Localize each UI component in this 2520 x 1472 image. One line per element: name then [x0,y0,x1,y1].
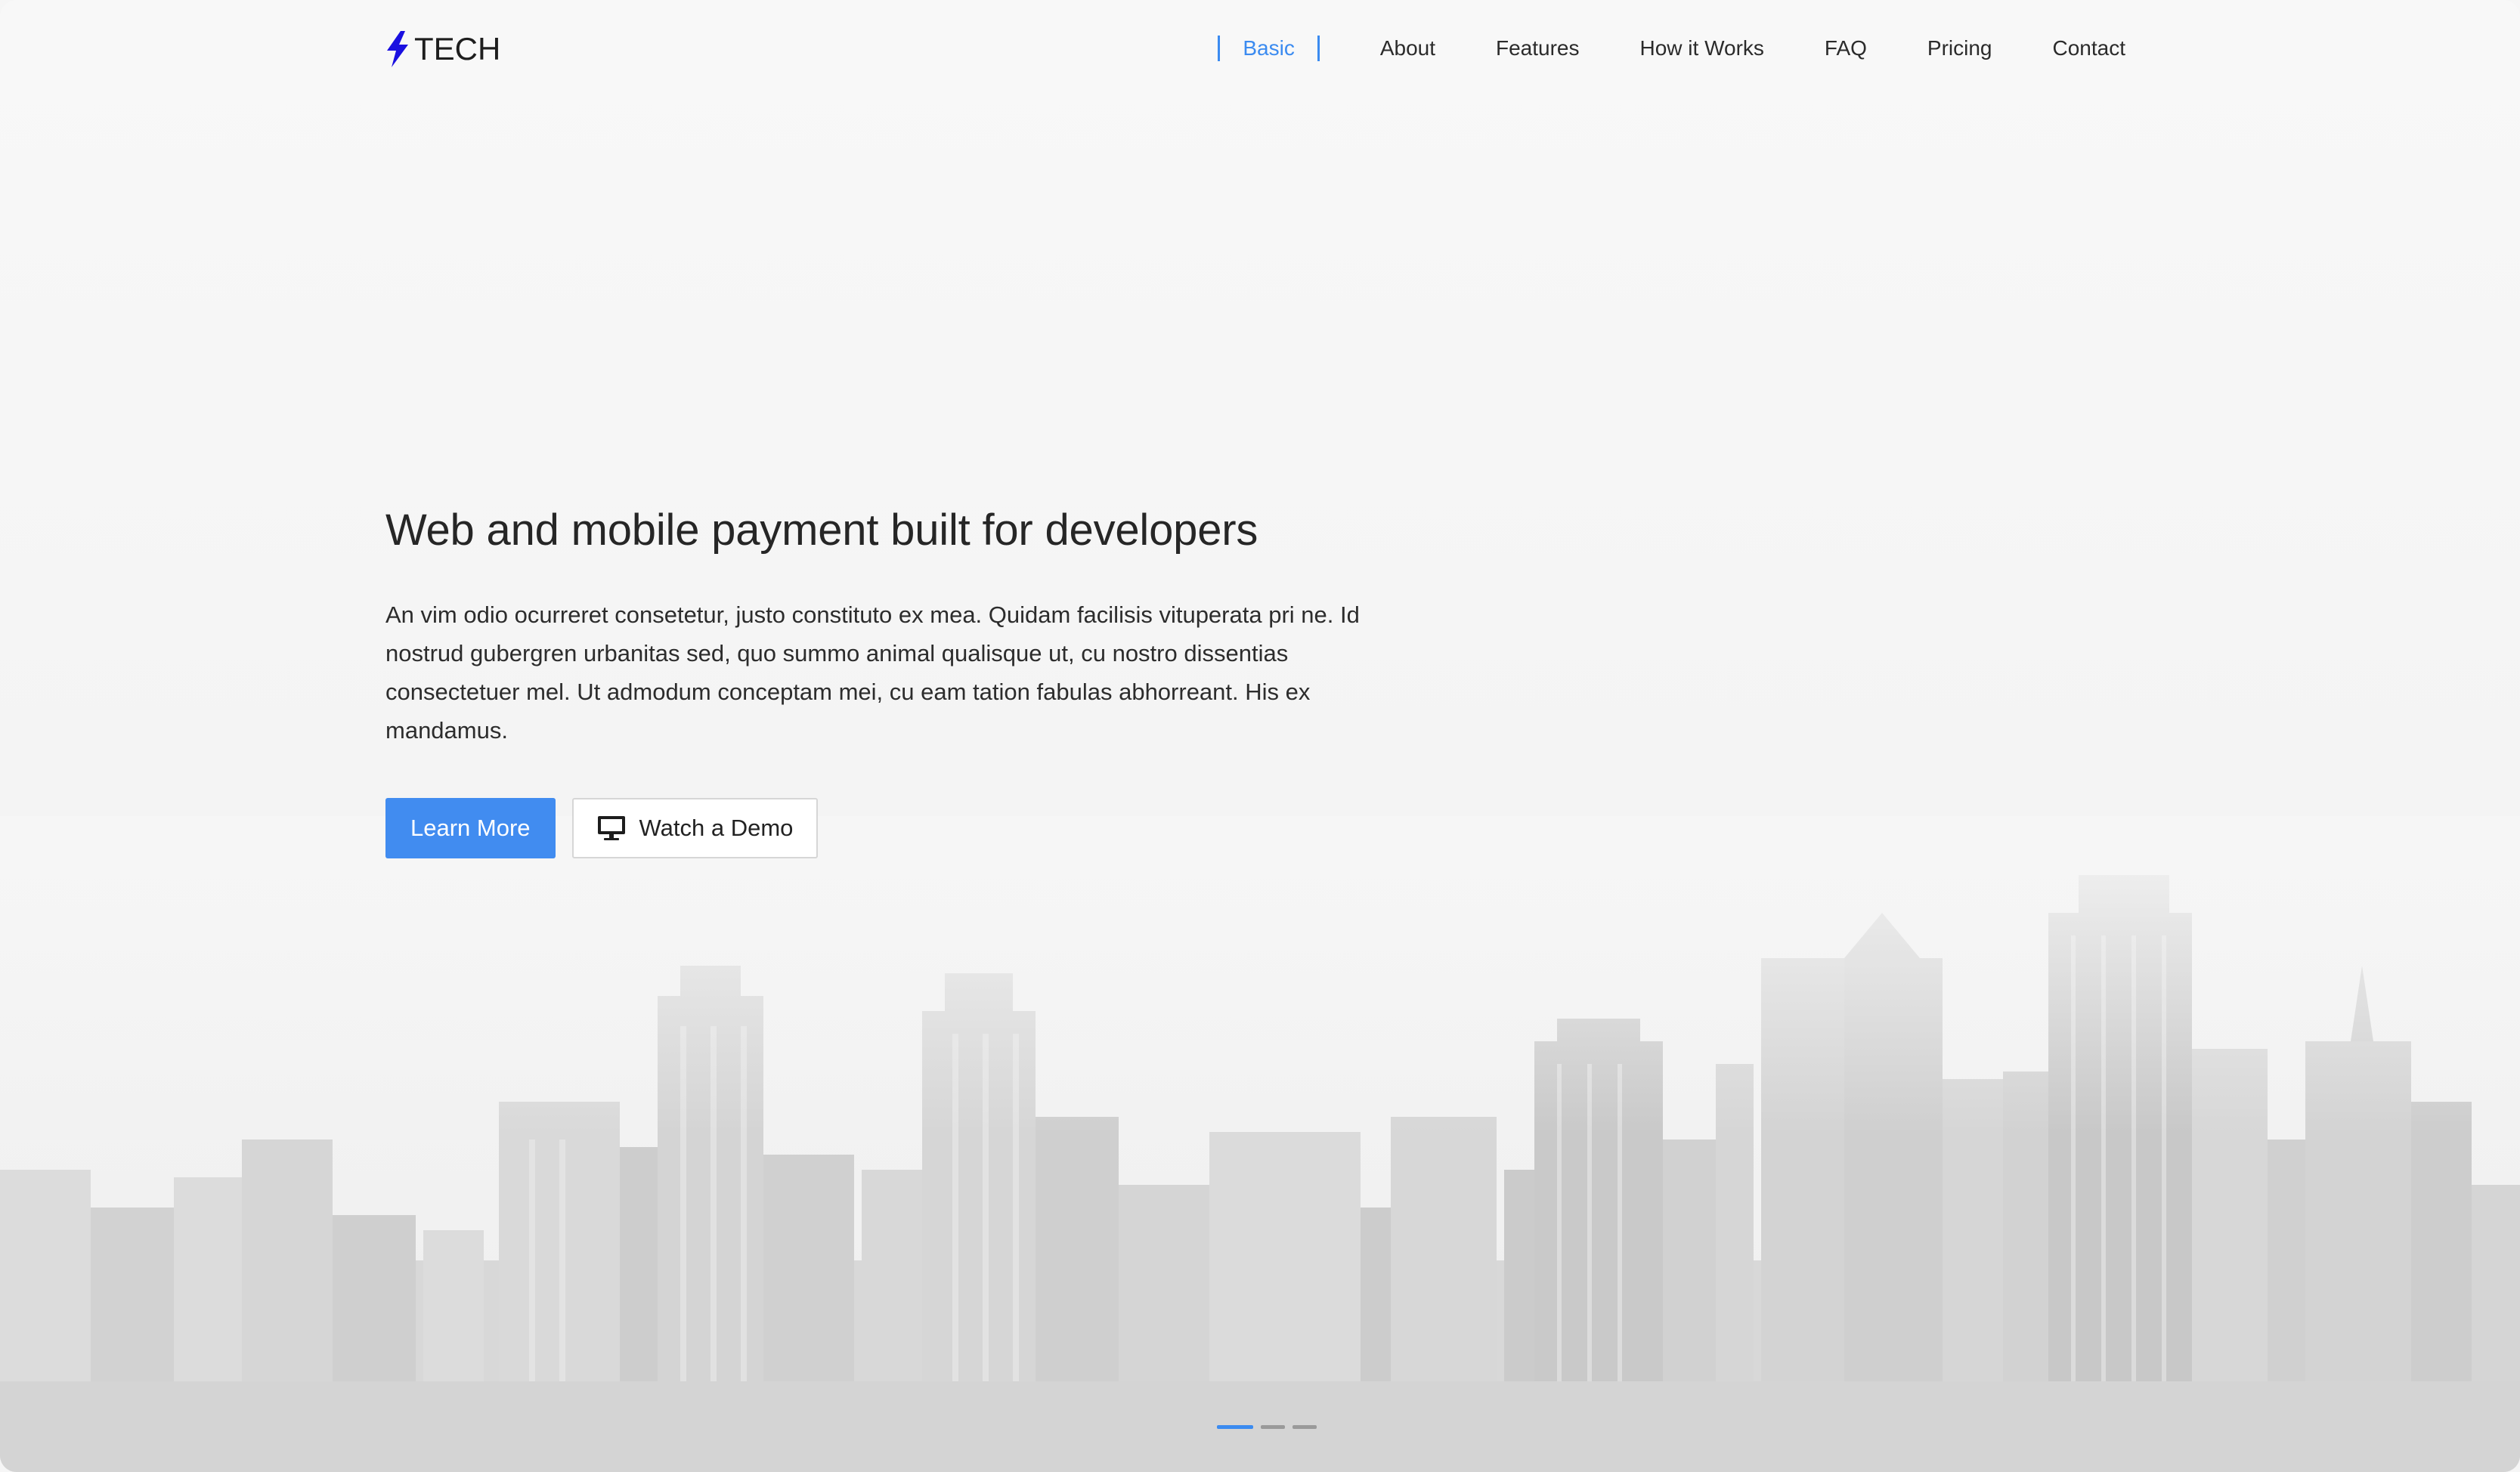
site-header: TECH Basic About Features How it Works F… [0,0,2520,98]
carousel-dot-2[interactable] [1261,1425,1285,1429]
hero-actions: Learn More Watch a Demo [385,798,1368,858]
hero-title: Web and mobile payment built for develop… [385,506,1258,555]
main-nav: Basic About Features How it Works FAQ Pr… [1218,33,2125,63]
brand-logo[interactable]: TECH [384,30,500,68]
carousel-indicators [1217,1425,1317,1429]
learn-more-button[interactable]: Learn More [385,798,556,858]
hero-description: An vim odio ocurreret consetetur, justo … [385,601,1360,744]
watch-demo-label: Watch a Demo [639,815,794,841]
nav-item-contact[interactable]: Contact [2053,33,2126,63]
brand-name: TECH [414,31,501,66]
city-skyline-background [0,875,2520,1472]
lightning-bolt-icon [387,31,408,67]
nav-item-about[interactable]: About [1380,33,1435,63]
nav-item-basic[interactable]: Basic [1218,36,1320,61]
page-frame: TECH Basic About Features How it Works F… [0,0,2520,1472]
nav-item-faq[interactable]: FAQ [1825,33,1867,63]
nav-item-features[interactable]: Features [1496,33,1580,63]
nav-item-how-it-works[interactable]: How it Works [1640,33,1764,63]
monitor-icon [597,816,625,840]
watch-demo-button[interactable]: Watch a Demo [571,798,819,858]
hero-section: Web and mobile payment built for develop… [385,499,1368,858]
nav-item-pricing[interactable]: Pricing [1927,33,1992,63]
carousel-dot-1[interactable] [1217,1425,1253,1429]
carousel-dot-3[interactable] [1293,1425,1317,1429]
